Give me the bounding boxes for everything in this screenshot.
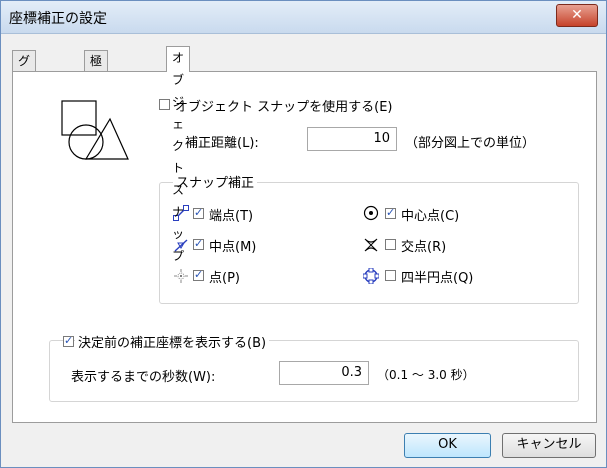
snap-endpoint-label: 端点(T) (209, 209, 254, 224)
node-icon (174, 269, 188, 283)
preview-group-title: 決定前の補正座標を表示する(B) (75, 332, 270, 351)
preview-seconds-range: （0.1 〜 3.0 秒） (377, 368, 475, 382)
snap-intersection-checkbox[interactable] (385, 239, 396, 250)
tab-polar-snap[interactable]: 極スナップ (84, 50, 109, 148)
object-snap-illustration-icon (61, 100, 129, 160)
object-snap-enable-label: オブジェクト スナップを使用する(E) (175, 100, 393, 115)
snap-center-checkbox[interactable] (385, 206, 396, 219)
preview-enable-checkbox[interactable] (63, 334, 74, 347)
snap-distance-unit: （部分図上での単位） (405, 136, 536, 151)
snap-midpoint-checkbox[interactable] (193, 237, 204, 250)
center-icon (363, 205, 379, 221)
dialog-window: 座標補正の設定 ✕ グリッド 極スナップ オブジェクト スナップ オブジェクト … (0, 0, 607, 468)
tab-panel: オブジェクト スナップを使用する(E) 補正距離(L): 10 （部分図上での単… (12, 71, 597, 423)
snap-distance-input[interactable]: 10 (307, 127, 397, 151)
cancel-button[interactable]: キャンセル (502, 433, 596, 458)
snap-intersection-label: 交点(R) (401, 240, 447, 255)
title-bar: 座標補正の設定 ✕ (1, 1, 606, 34)
snap-endpoint-checkbox[interactable] (193, 206, 204, 219)
snap-node-checkbox[interactable] (193, 268, 204, 281)
tab-grid[interactable]: グリッド (12, 50, 37, 128)
ok-button[interactable]: OK (404, 433, 491, 458)
window-title: 座標補正の設定 (9, 11, 107, 27)
snap-midpoint-label: 中点(M) (209, 240, 257, 255)
object-snap-enable-checkbox[interactable] (159, 99, 170, 110)
close-button[interactable]: ✕ (556, 4, 598, 27)
quadrant-icon (363, 268, 379, 284)
tab-object-snap[interactable]: オブジェクト スナップ (166, 46, 191, 263)
snap-center-label: 中心点(C) (401, 209, 460, 224)
intersection-icon (364, 238, 378, 252)
snap-node-label: 点(P) (209, 271, 240, 286)
snap-group-title: スナップ補正 (173, 172, 258, 191)
preview-seconds-label: 表示するまでの秒数(W): (71, 370, 216, 385)
preview-seconds-input[interactable]: 0.3 (279, 361, 369, 385)
snap-quadrant-checkbox[interactable] (385, 270, 396, 281)
snap-quadrant-label: 四半円点(Q) (401, 271, 474, 286)
snap-distance-label: 補正距離(L): (185, 136, 259, 151)
